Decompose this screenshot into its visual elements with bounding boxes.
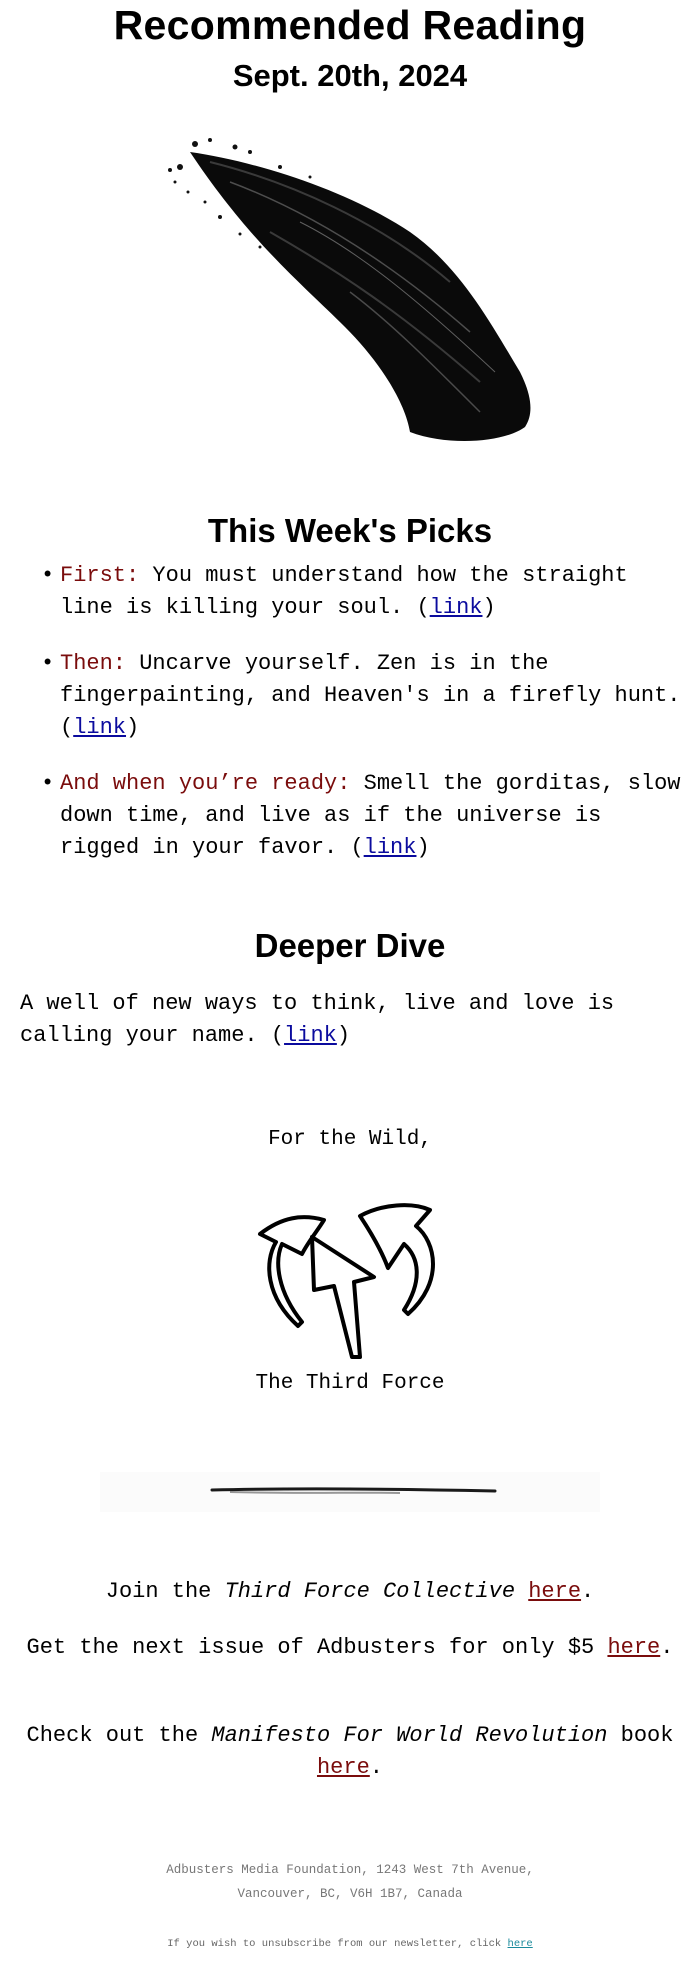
manifesto-book-link[interactable]: here	[317, 1755, 370, 1780]
pick-item: • Then: Uncarve yourself. Zen is in the …	[41, 648, 690, 744]
pick-link[interactable]: link	[73, 715, 126, 740]
cta-manifesto-book: Check out the Manifesto For World Revolu…	[20, 1720, 680, 1784]
unsubscribe-link[interactable]: here	[508, 1938, 533, 1950]
cta-text: Check out the	[26, 1723, 212, 1748]
footer-address: Adbusters Media Foundation, 1243 West 7t…	[0, 1858, 700, 1906]
address-line-1: Adbusters Media Foundation, 1243 West 7t…	[166, 1863, 534, 1877]
page-title: Recommended Reading	[113, 2, 587, 48]
unsubscribe-notice: If you wish to unsubscribe from our news…	[0, 1938, 700, 1950]
issue-date: Sept. 20th, 2024	[232, 58, 468, 93]
bullet-icon: •	[41, 651, 55, 676]
deeper-dive-heading: Deeper Dive	[254, 927, 446, 964]
pick-tail: )	[126, 715, 140, 740]
adbusters-issue-link[interactable]: here	[607, 1635, 660, 1660]
cta-text: Get the next issue of Adbusters for only…	[26, 1635, 608, 1660]
cta-italic: Manifesto For World Revolution	[211, 1723, 608, 1748]
pick-lead: And when you’re ready:	[60, 771, 351, 796]
join-collective-link[interactable]: here	[528, 1579, 581, 1604]
cta-text: Join the	[105, 1579, 225, 1604]
cta-join-collective: Join the Third Force Collective here.	[20, 1576, 680, 1608]
pick-lead: First:	[60, 563, 140, 588]
pick-tail: )	[416, 835, 430, 860]
cta-text: book	[607, 1723, 674, 1748]
deeper-dive-tail: )	[336, 1023, 351, 1048]
address-line-2: Vancouver, BC, V6H 1B7, Canada	[237, 1887, 463, 1901]
cta-italic: Third Force Collective	[224, 1579, 516, 1604]
pick-text: Uncarve yourself. Zen is in the fingerpa…	[60, 651, 681, 740]
right-curved-arrow	[358, 1203, 435, 1316]
pick-item: • First: You must understand how the str…	[41, 560, 690, 624]
deeper-dive-text: A well of new ways to think, live and lo…	[20, 988, 690, 1052]
pick-item: • And when you’re ready: Smell the gordi…	[41, 768, 690, 864]
ink-line-divider	[100, 1472, 600, 1512]
cta-text: .	[660, 1635, 674, 1660]
picks-list: • First: You must understand how the str…	[0, 560, 690, 888]
signoff-name: The Third Force	[255, 1372, 445, 1395]
pick-link[interactable]: link	[430, 595, 483, 620]
picks-heading: This Week's Picks	[207, 512, 493, 549]
pick-lead: Then:	[60, 651, 127, 676]
center-arrow	[310, 1235, 376, 1359]
pick-text: You must understand how the straight lin…	[60, 563, 628, 620]
pick-link[interactable]: link	[364, 835, 417, 860]
bullet-icon: •	[41, 563, 55, 588]
signoff-greeting: For the Wild,	[268, 1128, 432, 1151]
pick-tail: )	[482, 595, 496, 620]
ink-line-icon	[210, 1487, 497, 1494]
cta-adbusters-issue: Get the next issue of Adbusters for only…	[20, 1632, 680, 1664]
cta-text	[515, 1579, 528, 1604]
ink-brush-stroke-image	[168, 138, 531, 442]
cta-text: .	[369, 1755, 383, 1780]
deeper-dive-link[interactable]: link	[284, 1023, 337, 1048]
cta-text: .	[581, 1579, 595, 1604]
third-force-arrows-logo	[258, 1203, 435, 1359]
bullet-icon: •	[41, 771, 55, 796]
unsubscribe-text: If you wish to unsubscribe from our news…	[167, 1938, 508, 1950]
brush-stroke-body	[190, 152, 531, 442]
